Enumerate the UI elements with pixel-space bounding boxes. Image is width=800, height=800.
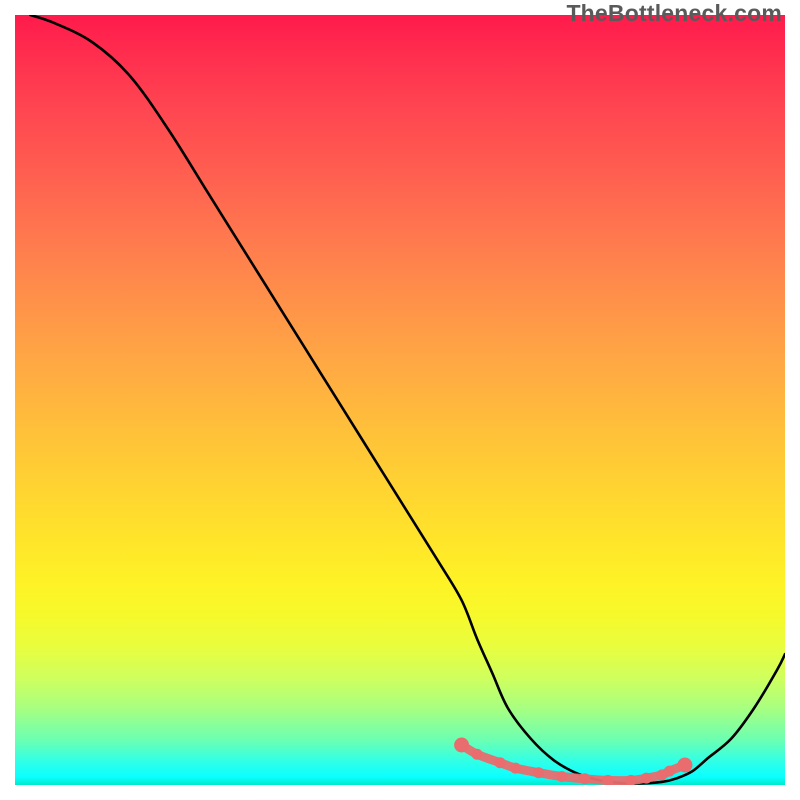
marker-dot	[656, 770, 667, 781]
plot-area	[15, 15, 785, 785]
chart-container: TheBottleneck.com	[0, 0, 800, 800]
marker-dot	[641, 773, 652, 784]
optimal-region-markers	[454, 738, 692, 786]
marker-dot	[454, 738, 469, 753]
marker-dot	[664, 766, 675, 777]
marker-dot	[556, 771, 567, 782]
marker-dot	[602, 775, 613, 785]
marker-dot	[472, 749, 483, 760]
marker-dot	[510, 763, 521, 774]
marker-dot	[579, 773, 590, 784]
bottleneck-curve	[30, 15, 785, 784]
marker-dot	[677, 758, 692, 773]
curve-svg	[15, 15, 785, 785]
watermark-label: TheBottleneck.com	[566, 0, 782, 27]
marker-dot	[495, 757, 506, 768]
marker-dot	[533, 767, 544, 778]
marker-dot	[626, 775, 637, 785]
